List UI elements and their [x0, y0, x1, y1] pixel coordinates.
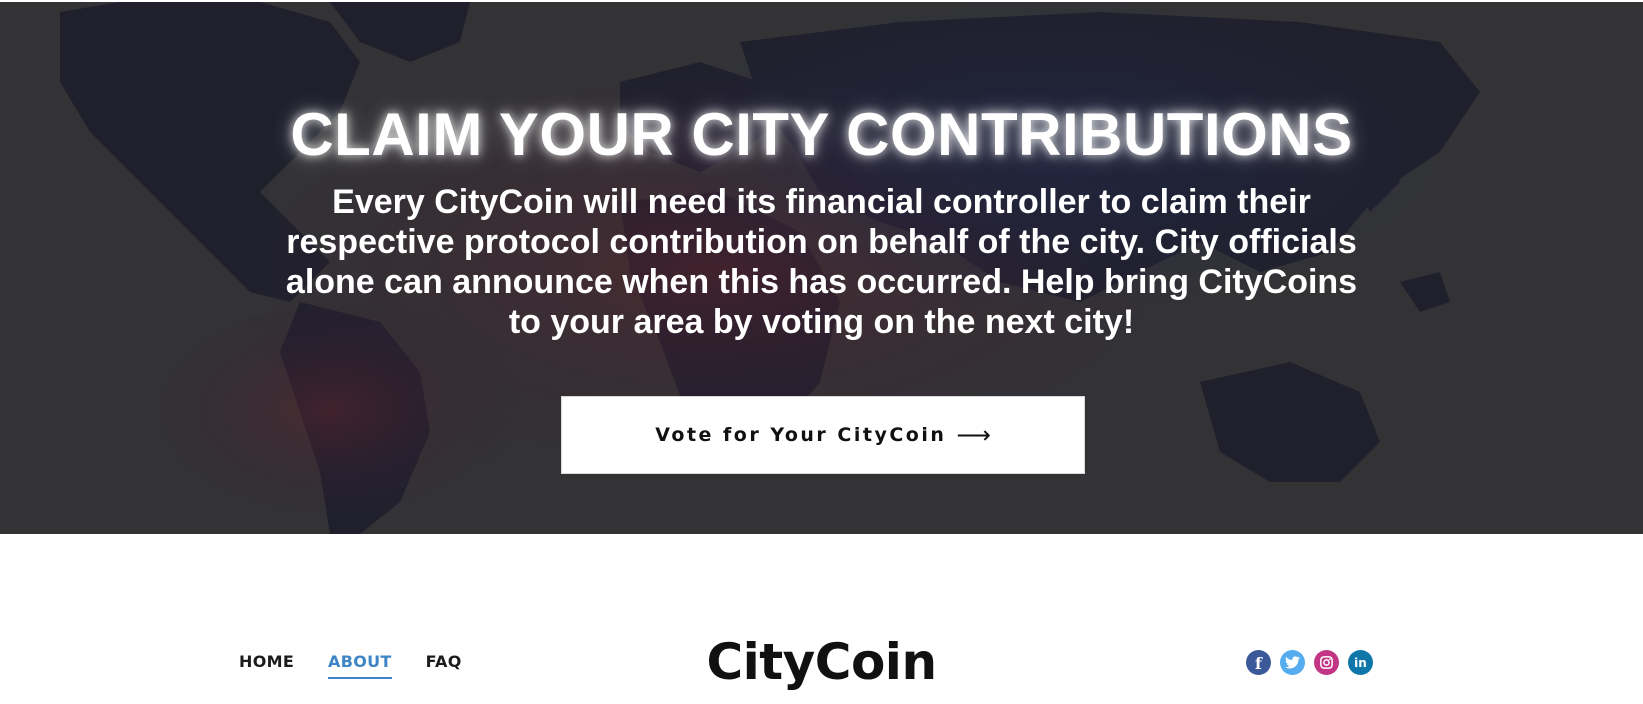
facebook-icon[interactable]: f	[1246, 650, 1271, 675]
nav-item-home[interactable]: HOME	[239, 652, 294, 679]
social-links: f in	[1246, 650, 1382, 675]
hero-title: CLAIM YOUR CITY CONTRIBUTIONS	[290, 101, 1353, 168]
arrow-right-icon: ⟶	[956, 421, 991, 449]
nav-item-faq[interactable]: FAQ	[426, 652, 462, 679]
brand-logo-text[interactable]: CityCoin	[706, 633, 937, 691]
vote-button[interactable]: Vote for Your CityCoin ⟶	[561, 396, 1085, 474]
hero-banner: CLAIM YOUR CITY CONTRIBUTIONS Every City…	[0, 2, 1643, 534]
hero-description: Every CityCoin will need its financial c…	[285, 183, 1358, 341]
vote-button-label: Vote for Your CityCoin	[655, 424, 947, 446]
instagram-icon[interactable]	[1314, 650, 1339, 675]
twitter-icon[interactable]	[1280, 650, 1305, 675]
nav-item-about[interactable]: ABOUT	[328, 652, 392, 679]
site-header: HOME ABOUT FAQ CityCoin f in	[0, 534, 1643, 704]
linkedin-icon[interactable]: in	[1348, 650, 1373, 675]
nav-menu: HOME ABOUT FAQ	[239, 652, 496, 679]
